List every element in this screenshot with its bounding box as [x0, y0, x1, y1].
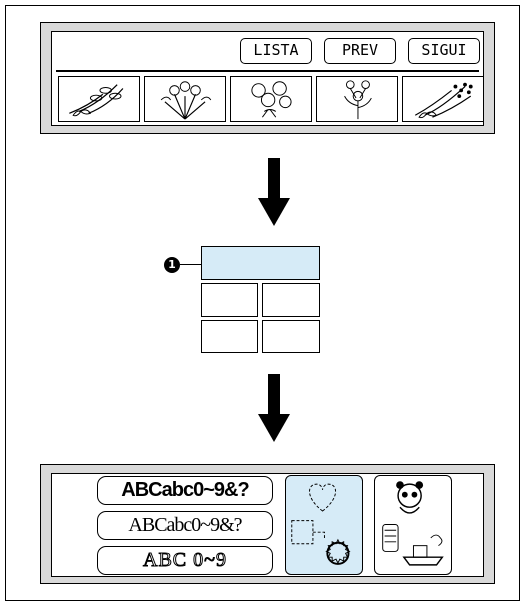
font-gothic-button[interactable]: ABCabc0~9&? [97, 476, 273, 505]
pattern-button-3[interactable] [230, 76, 312, 122]
down-arrow-icon [258, 158, 290, 226]
font-outline-button[interactable]: ABC 0~9 [97, 546, 273, 575]
list-button[interactable]: LISTA [240, 38, 312, 64]
motif-characters-icon [382, 481, 444, 566]
grid-cell [201, 320, 258, 353]
down-arrow-icon [258, 374, 290, 442]
category-selection-screen: ABCabc0~9&? ABCabc0~9&? ABC 0~9 [40, 464, 495, 584]
flower-bouquet-4-icon [344, 80, 372, 120]
next-button[interactable]: SIGUI [408, 38, 480, 64]
grid-cell [262, 320, 320, 353]
font-serif-button[interactable]: ABCabc0~9&? [97, 511, 273, 540]
frame-shapes-icon [291, 483, 351, 565]
flower-bouquet-5-icon [414, 82, 473, 119]
category-screen-inner: ABCabc0~9&? ABCabc0~9&? ABC 0~9 [51, 473, 484, 577]
pattern-button-4[interactable] [316, 76, 398, 122]
pattern-button-2[interactable] [144, 76, 226, 122]
frame-pattern-button[interactable] [285, 475, 363, 575]
motif-pattern-button[interactable] [374, 475, 452, 575]
prev-button[interactable]: PREV [324, 38, 396, 64]
grid-cell-highlighted [201, 246, 320, 280]
pattern-selection-screen: LISTA PREV SIGUI [40, 22, 495, 134]
grid-cell [201, 283, 258, 317]
grid-cell [262, 283, 320, 317]
separator-line [56, 70, 479, 72]
flower-bouquet-2-icon [160, 81, 212, 120]
pattern-button-1[interactable] [58, 76, 140, 122]
pattern-screen-inner: LISTA PREV SIGUI [51, 31, 484, 126]
callout-number: 1 [164, 257, 180, 273]
flower-bouquet-3-icon [251, 81, 292, 118]
pattern-button-5[interactable] [402, 76, 484, 122]
flower-bouquet-1-icon [69, 84, 124, 117]
